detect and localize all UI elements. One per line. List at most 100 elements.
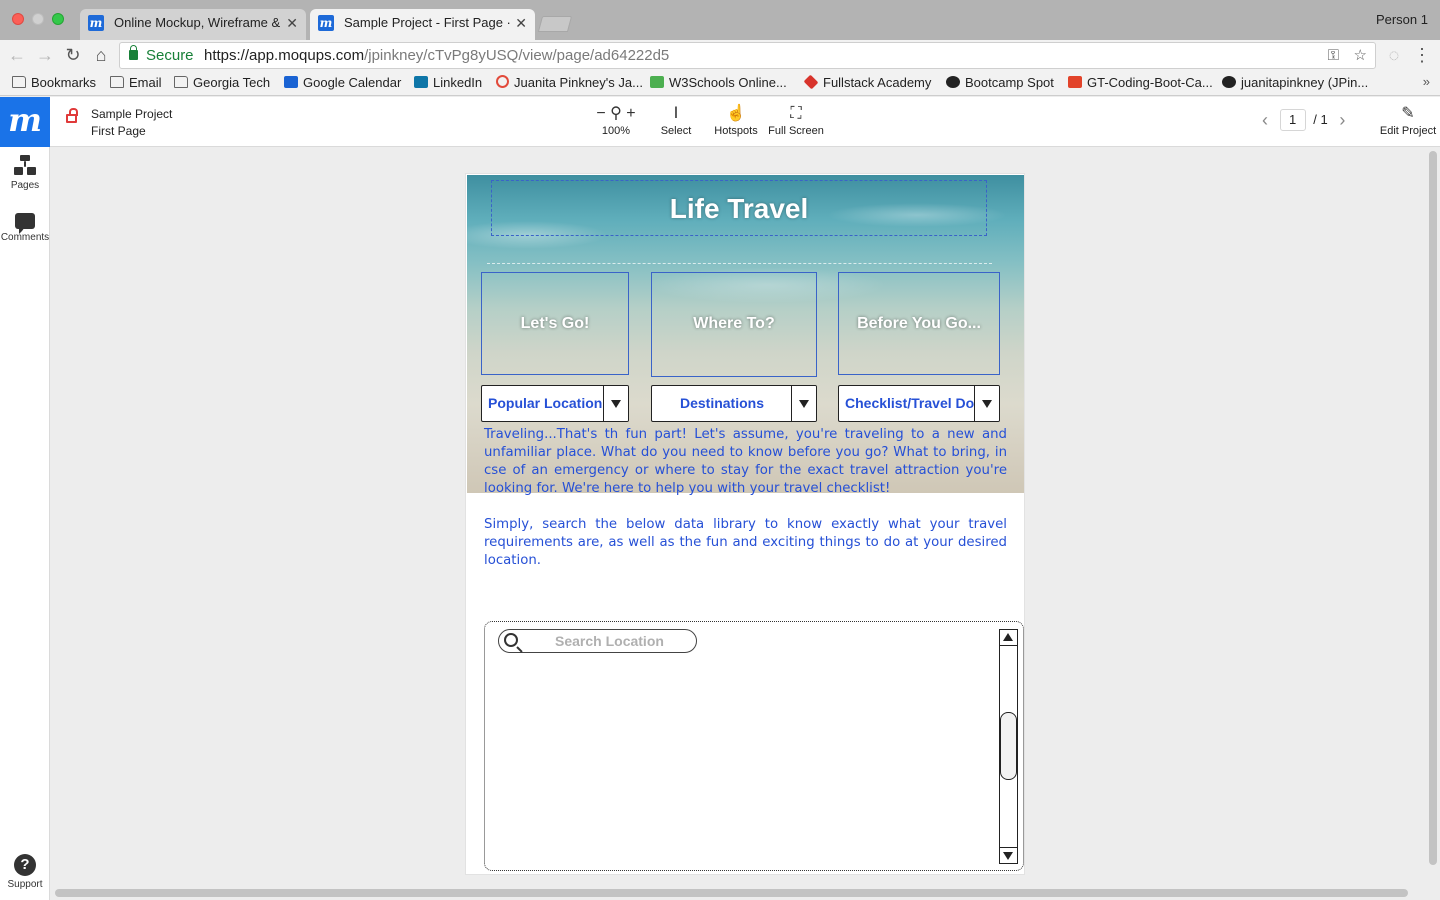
bookmark-item[interactable]: Email (110, 75, 162, 90)
close-tab-icon[interactable]: ✕ (286, 9, 298, 37)
scroll-thumb[interactable] (1000, 712, 1017, 780)
linkedin-icon (414, 76, 428, 88)
panel-scrollbar[interactable] (999, 629, 1018, 864)
bookmark-item[interactable]: Bootcamp Spot (946, 75, 1054, 90)
where-to-box[interactable]: Where To? (651, 272, 817, 377)
canvas-horizontal-scrollbar[interactable] (55, 889, 1408, 897)
box-label: Before You Go... (857, 315, 981, 332)
before-you-go-box[interactable]: Before You Go... (838, 272, 1000, 375)
bookmark-item[interactable]: Georgia Tech (174, 75, 270, 90)
dropdown-label: Checklist/Travel Docs (845, 395, 975, 411)
moqups-logo[interactable]: m (0, 97, 50, 147)
checklist-dropdown[interactable]: Checklist/Travel Docs (838, 385, 1000, 422)
browser-tab[interactable]: m Online Mockup, Wireframe & UI ✕ (80, 9, 306, 40)
chevron-down-icon[interactable] (791, 386, 816, 421)
lock-icon (66, 108, 78, 123)
key-icon[interactable]: ⚿ (1328, 43, 1339, 68)
secure-lock-icon (129, 45, 138, 60)
hotspots-tool-button[interactable]: ☝ Hotspots (712, 103, 760, 137)
divider (487, 263, 992, 264)
browser-tab-active[interactable]: m Sample Project - First Page · Moqups ✕ (310, 9, 535, 40)
edit-project-label: Edit Project (1379, 125, 1437, 137)
close-tab-icon[interactable]: ✕ (515, 9, 527, 37)
chrome-menu-icon[interactable]: ⋮ (1411, 44, 1433, 66)
bookmark-label: Bookmarks (31, 75, 97, 90)
back-icon[interactable]: ← (6, 44, 28, 66)
bookmark-item[interactable]: Fullstack Academy (803, 74, 932, 90)
project-info: Sample Project First Page (91, 106, 172, 140)
moqups-favicon-icon: m (318, 15, 334, 31)
project-name: Sample Project (91, 107, 173, 121)
bookmark-item[interactable]: GT-Coding-Boot-Ca... (1068, 75, 1213, 90)
sidebar-item-comments[interactable]: Comments (0, 213, 50, 243)
browser-titlebar: m Online Mockup, Wireframe & UI ✕ m Samp… (0, 0, 1440, 40)
more-bookmarks-icon[interactable]: » (1423, 74, 1430, 89)
bookmark-label: Email (129, 75, 162, 90)
chevron-down-icon[interactable] (603, 386, 628, 421)
fullscreen-tool-button[interactable]: ⛶ Full Screen (768, 103, 824, 137)
tool-label: Full Screen (768, 125, 824, 137)
extension-icon[interactable]: ◌ (1383, 44, 1405, 66)
gitlab-icon (1068, 76, 1082, 88)
address-bar[interactable]: Secure https://app.moqups.com/jpinkney/c… (119, 42, 1376, 69)
bookmark-item[interactable]: LinkedIn (414, 75, 482, 90)
tab-title: Sample Project - First Page · Moqups (344, 15, 512, 30)
zoom-icons[interactable]: − ⚲ + (592, 103, 640, 125)
tool-label: Hotspots (714, 125, 758, 137)
bookmark-item[interactable]: Juanita Pinkney's Ja... (496, 75, 643, 90)
bookmark-label: Georgia Tech (193, 75, 271, 90)
mockup-page: Life Travel Let's Go! Where To? Before Y… (465, 173, 1025, 875)
destinations-dropdown[interactable]: Destinations (651, 385, 817, 422)
bookmark-label: Fullstack Academy (823, 75, 932, 90)
scroll-down-icon[interactable] (1000, 847, 1017, 863)
zoom-level: 100% (601, 125, 631, 137)
hand-pointer-icon: ☝ (726, 105, 746, 122)
scroll-up-icon[interactable] (1000, 630, 1017, 646)
bookmark-item[interactable]: Google Calendar (284, 75, 401, 90)
sidebar-item-support[interactable]: ? Support (0, 854, 50, 890)
url-path: /jpinkney/cTvPg8yUSQ/view/page/ad64222d5 (364, 47, 670, 64)
page-name: First Page (91, 124, 146, 138)
lets-go-box[interactable]: Let's Go! (481, 272, 629, 375)
select-tool-button[interactable]: Ⅰ Select (654, 103, 698, 137)
close-window-button[interactable] (12, 13, 24, 25)
forward-icon[interactable]: → (34, 44, 56, 66)
fullstack-icon (803, 74, 819, 90)
home-icon[interactable]: ⌂ (90, 44, 112, 66)
moqups-favicon-icon: m (88, 15, 104, 31)
new-tab-button[interactable] (537, 16, 573, 32)
w3schools-icon (650, 76, 664, 88)
folder-icon (110, 76, 124, 88)
star-icon[interactable]: ☆ (1354, 43, 1367, 68)
search-location-input[interactable]: Search Location (498, 629, 697, 653)
search-placeholder: Search Location (555, 633, 664, 649)
reload-icon[interactable]: ↻ (62, 44, 84, 66)
pencil-icon: ✎ (1401, 105, 1415, 122)
app-header: m Sample Project First Page − ⚲ + 100% Ⅰ… (0, 97, 1440, 147)
sidebar-item-pages[interactable]: Pages (0, 155, 50, 191)
bookmark-item[interactable]: W3Schools Online... (650, 75, 787, 90)
secure-label: Secure (146, 47, 194, 64)
calendar-icon (284, 76, 298, 88)
chevron-down-icon[interactable] (974, 386, 999, 421)
canvas-vertical-scrollbar[interactable] (1429, 151, 1437, 865)
folder-icon (174, 76, 188, 88)
search-instructions-paragraph: Simply, search the below data library to… (484, 517, 1007, 568)
page-number-input[interactable]: 1 (1279, 109, 1306, 131)
bookmark-item[interactable]: juanitapinkney (JPin... (1222, 75, 1368, 90)
minimize-window-button[interactable] (32, 13, 44, 25)
prev-page-icon[interactable]: ‹ (1262, 110, 1268, 130)
bookmark-item[interactable]: Bookmarks (12, 75, 96, 90)
edit-project-button[interactable]: ✎ Edit Project (1378, 103, 1438, 137)
bookmarks-bar: Bookmarks Email Georgia Tech Google Cale… (0, 70, 1440, 96)
bookmark-label: GT-Coding-Boot-Ca... (1087, 75, 1213, 90)
github-icon (1222, 76, 1236, 88)
next-page-icon[interactable]: › (1339, 110, 1345, 130)
url-text[interactable]: https://app.moqups.com/jpinkney/cTvPg8yU… (204, 43, 669, 68)
popular-locations-dropdown[interactable]: Popular Locations (481, 385, 629, 422)
zoom-control[interactable]: − ⚲ + 100% (592, 103, 640, 137)
bookmark-label: juanitapinkney (JPin... (1241, 75, 1369, 90)
zoom-window-button[interactable] (52, 13, 64, 25)
profile-name[interactable]: Person 1 (1376, 12, 1428, 27)
bookmark-label: W3Schools Online... (669, 75, 787, 90)
